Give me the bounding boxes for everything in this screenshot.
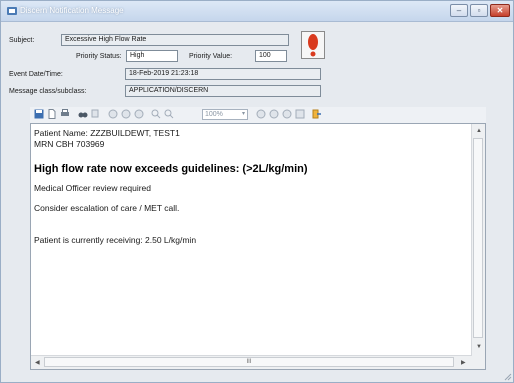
patient-mrn: MRN CBH 703969 [34,139,105,149]
message-document[interactable]: Patient Name: ZZZBUILDEWT, TEST1 MRN CBH… [30,123,486,370]
patient-name: Patient Name: ZZZBUILDEWT, TEST1 [34,128,180,138]
priority-status-field[interactable]: High [126,50,178,62]
event-datetime-label: Event Date/Time: [9,71,63,78]
zoom-value: 100% [205,111,223,118]
exclamation-icon [308,34,318,57]
subject-label: Subject: [9,37,35,44]
review-line: Medical Officer review required [34,183,151,193]
alert-heading: High flow rate now exceeds guidelines: (… [34,163,308,175]
horizontal-scrollbar[interactable]: ◀ III ▶ [31,355,472,369]
copy-icon[interactable] [91,109,101,119]
priority-status-label: Priority Status: [76,53,122,60]
new-document-icon[interactable] [47,109,57,119]
scroll-left-icon[interactable]: ◀ [35,359,40,366]
help-icon[interactable] [282,109,292,119]
zoom-in-icon[interactable] [151,109,161,119]
scrollbar-corner [472,356,485,369]
app-icon [7,7,17,15]
message-class-label: Message class/subclass: [9,88,87,95]
first-page-icon[interactable] [108,109,118,119]
find-icon[interactable] [78,109,88,119]
window-title: Discern Notification Message [20,6,124,15]
flow-rate-line: Patient is currently receiving: 2.50 L/k… [34,235,197,245]
escalation-line: Consider escalation of care / MET call. [34,203,180,213]
back-icon[interactable] [256,109,266,119]
event-datetime-field[interactable]: 18-Feb-2019 21:23:18 [125,68,321,80]
print-icon[interactable] [60,109,70,119]
maximize-button[interactable]: ▫ [470,4,488,17]
chevron-down-icon: ▾ [241,111,245,117]
close-button[interactable]: ✕ [490,4,510,17]
priority-value-label: Priority Value: [189,53,233,60]
vertical-scroll-thumb[interactable] [473,138,483,338]
minimize-button[interactable]: – [450,4,468,17]
horizontal-scroll-thumb[interactable]: III [44,357,454,367]
forward-icon[interactable] [269,109,279,119]
message-class-field[interactable]: APPLICATION/DISCERN [125,85,321,97]
scroll-right-icon[interactable]: ▶ [461,359,466,366]
next-page-icon[interactable] [134,109,144,119]
zoom-select[interactable]: 100% ▾ [202,109,248,120]
notification-window: Discern Notification Message – ▫ ✕ Subje… [0,0,514,383]
title-bar[interactable]: Discern Notification Message – ▫ ✕ [1,1,513,22]
exit-icon[interactable] [311,109,321,119]
zoom-out-icon[interactable] [164,109,174,119]
resize-grip-icon[interactable] [503,372,512,381]
scroll-up-icon[interactable]: ▲ [476,128,482,134]
priority-alert-box [301,31,325,59]
priority-value-field[interactable]: 100 [255,50,287,62]
export-icon[interactable] [295,109,305,119]
previous-page-icon[interactable] [121,109,131,119]
viewer-toolbar: 100% ▾ [30,107,486,124]
scroll-down-icon[interactable]: ▼ [476,344,482,350]
vertical-scrollbar[interactable]: ▲ ▼ [471,124,485,356]
subject-field[interactable]: Excessive High Flow Rate [61,34,289,46]
save-icon[interactable] [34,109,44,119]
